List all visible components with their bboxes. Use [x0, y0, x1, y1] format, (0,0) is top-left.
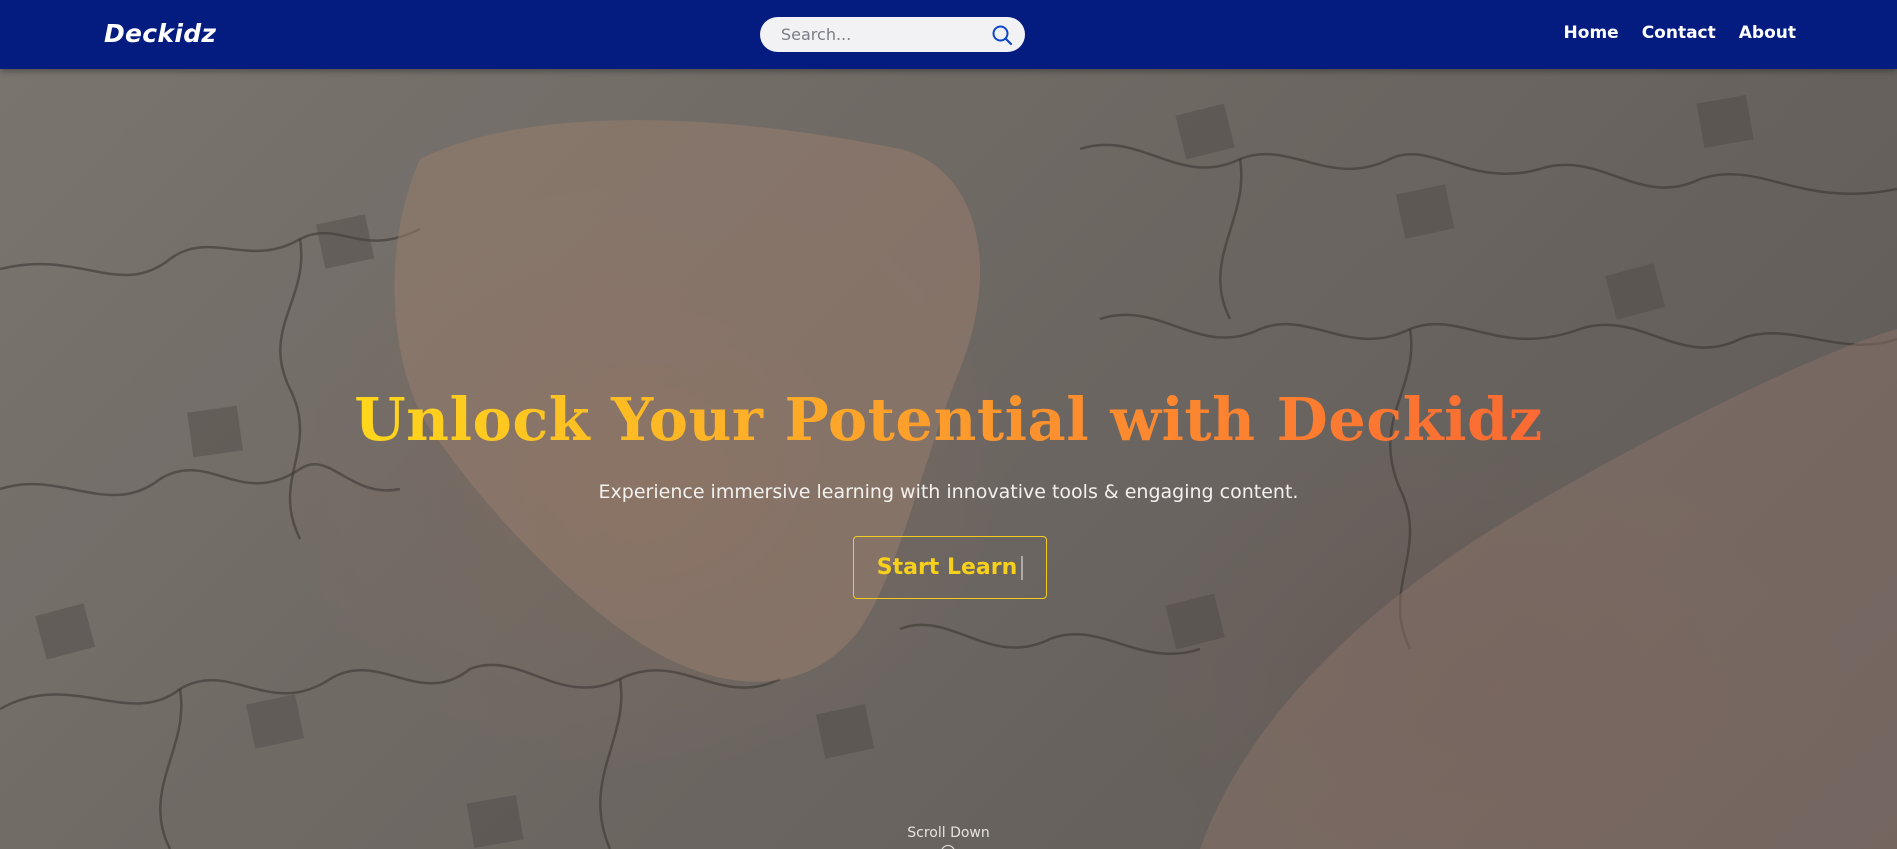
hero-subtitle: Experience immersive learning with innov… [598, 481, 1299, 503]
hero-content: Unlock Your Potential with Deckidz Exper… [0, 69, 1897, 849]
search-icon[interactable] [991, 24, 1013, 46]
nav-link-contact[interactable]: Contact [1642, 23, 1716, 43]
scroll-down-label[interactable]: Scroll Down [0, 825, 1897, 841]
start-learn-label: Start Learn [876, 555, 1018, 580]
typing-cursor [1021, 555, 1024, 580]
scroll-mouse-icon[interactable] [941, 845, 955, 849]
search-input[interactable] [781, 17, 981, 52]
hero-section: Unlock Your Potential with Deckidz Exper… [0, 69, 1897, 849]
search-bar [760, 17, 1025, 52]
nav-link-home[interactable]: Home [1564, 23, 1619, 43]
nav-links: Home Contact About [1564, 23, 1796, 43]
navbar: Deckidz Home Contact About [0, 0, 1897, 69]
nav-link-about[interactable]: About [1739, 23, 1796, 43]
brand-logo[interactable]: Deckidz [104, 19, 216, 48]
hero-title: Unlock Your Potential with Deckidz [0, 385, 1897, 454]
hero-title-text: Unlock Your Potential with Deckidz [354, 385, 1543, 454]
start-learn-button[interactable]: Start Learn [853, 536, 1047, 599]
